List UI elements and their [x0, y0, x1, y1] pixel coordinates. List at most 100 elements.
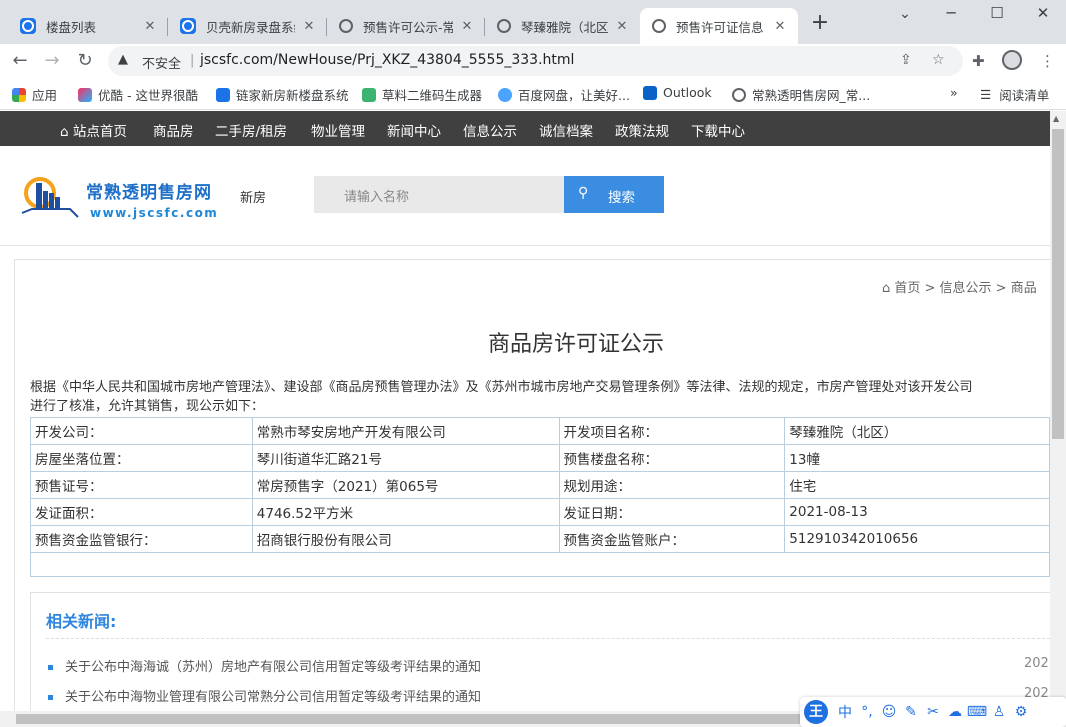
- pen-icon[interactable]: ✎: [900, 704, 922, 720]
- news-title[interactable]: 关于公布中海海诚（苏州）房地产有限公司信用暂定等级考评结果的通知: [65, 660, 481, 675]
- intro-line-1: 根据《中华人民共和国城市房地产管理法》、建设部《商品房预售管理办法》及《苏州市城…: [30, 380, 973, 395]
- cloud-icon[interactable]: ☁: [944, 704, 966, 720]
- bookmark-label: 草料二维码生成器: [382, 88, 483, 103]
- settings-icon[interactable]: ⚙: [1010, 704, 1032, 720]
- browser-toolbar: ← → ↻ ▲ 不安全 | jscsfc.com/NewHouse/Prj_XK…: [0, 44, 1066, 78]
- nav-download[interactable]: 下载中心: [691, 120, 745, 140]
- nav-new-house[interactable]: 商品房: [153, 120, 194, 140]
- nav-policy[interactable]: 政策法规: [615, 120, 669, 140]
- table-label: 预售楼盘名称：: [558, 444, 786, 472]
- table-row: 预售证号： 常房预售字（2021）第065号 规划用途： 住宅: [30, 471, 1050, 499]
- search-button-label: 搜索: [608, 190, 635, 206]
- bullet-icon: [48, 665, 53, 670]
- close-icon[interactable]: ✕: [614, 19, 630, 34]
- scissors-icon[interactable]: ✂: [922, 704, 944, 720]
- nav-public-info[interactable]: 信息公示: [463, 120, 517, 140]
- ime-mode-toggle[interactable]: 中: [834, 702, 856, 722]
- bookmark-youku[interactable]: 优酷 - 这世界很酷: [78, 85, 198, 104]
- globe-icon: [339, 19, 353, 33]
- search-button[interactable]: ⚲ 搜索: [564, 176, 664, 213]
- tab-search-icon[interactable]: ⌄: [882, 6, 928, 22]
- apps-grid-icon: [12, 87, 26, 102]
- table-value: 常熟市琴安房地产开发有限公司: [251, 417, 560, 445]
- scrollbar-thumb[interactable]: [1052, 129, 1064, 439]
- table-label: 预售资金监管账户：: [558, 525, 786, 553]
- new-tab-button[interactable]: +: [808, 12, 832, 36]
- restore-button[interactable]: ☐: [974, 4, 1020, 22]
- nav-credit[interactable]: 诚信档案: [539, 120, 593, 140]
- nav-second-hand[interactable]: 二手房/租房: [215, 120, 287, 140]
- news-item[interactable]: 关于公布中海物业管理有限公司常熟分公司信用暂定等级考评结果的通知: [48, 686, 481, 705]
- reading-list-icon: ☰: [980, 87, 992, 102]
- close-icon[interactable]: ✕: [459, 19, 475, 34]
- forward-icon[interactable]: →: [40, 49, 64, 73]
- table-row: 房屋坐落位置： 琴川街道华汇路21号 预售楼盘名称： 13幢: [30, 444, 1050, 472]
- back-icon[interactable]: ←: [8, 49, 32, 73]
- permit-info-table: 开发公司： 常熟市琴安房地产开发有限公司 开发项目名称： 琴臻雅院（北区） 房屋…: [30, 417, 1050, 577]
- bookmark-jscsfc[interactable]: 常熟透明售房网_常...: [732, 85, 870, 104]
- close-icon[interactable]: ✕: [301, 19, 317, 34]
- outlook-icon: [643, 85, 657, 100]
- bookmark-apps[interactable]: 应用: [12, 85, 57, 104]
- scroll-up-icon[interactable]: ▲: [1053, 114, 1059, 123]
- menu-dots-icon[interactable]: ⋮: [1040, 52, 1055, 70]
- bookmark-label: 链家新房新楼盘系统: [236, 88, 349, 103]
- table-value: 4746.52平方米: [251, 498, 560, 526]
- vertical-scrollbar[interactable]: ▲: [1050, 111, 1066, 727]
- youku-icon: [78, 87, 92, 102]
- table-label: 预售资金监管银行：: [30, 525, 253, 553]
- profile-avatar-icon[interactable]: [1002, 50, 1022, 70]
- news-title[interactable]: 关于公布中海物业管理有限公司常熟分公司信用暂定等级考评结果的通知: [65, 690, 481, 705]
- bookmark-lianjia[interactable]: 链家新房新楼盘系统: [216, 85, 349, 104]
- reading-list-button[interactable]: ☰ 阅读清单: [980, 85, 1049, 104]
- emoji-icon[interactable]: ☺: [878, 704, 900, 720]
- page-title: 商品房许可证公示: [488, 332, 665, 357]
- more-bookmarks-button[interactable]: »: [950, 85, 958, 100]
- bookmark-baidu[interactable]: 百度网盘，让美好...: [498, 85, 630, 104]
- close-icon[interactable]: ✕: [772, 19, 788, 34]
- window-close-button[interactable]: ✕: [1020, 4, 1066, 22]
- tab-0[interactable]: 楼盘列表 ✕: [8, 8, 168, 44]
- extensions-icon[interactable]: ✚: [972, 52, 985, 70]
- tab-title: 预售许可公示-常: [363, 19, 453, 35]
- blue-app-icon: [20, 18, 36, 34]
- logo-hand-icon: [21, 177, 79, 218]
- security-label[interactable]: 不安全: [142, 53, 181, 72]
- close-icon[interactable]: ✕: [142, 19, 158, 34]
- tab-3[interactable]: 琴臻雅院（北区） ✕: [485, 8, 640, 44]
- bookmark-outlook[interactable]: Outlook: [643, 85, 712, 100]
- warning-icon[interactable]: ▲: [118, 52, 128, 67]
- address-bar[interactable]: ▲ 不安全 | jscsfc.com/NewHouse/Prj_XKZ_4380…: [108, 46, 963, 76]
- table-value: 512910342010656: [784, 525, 1050, 553]
- intro-text: 根据《中华人民共和国城市房地产管理法》、建设部《商品房预售管理办法》及《苏州市城…: [30, 378, 1050, 416]
- nav-home[interactable]: ⌂ 站点首页: [60, 120, 127, 140]
- bookmark-label: 百度网盘，让美好...: [518, 88, 630, 103]
- table-value: 2021-08-13: [784, 498, 1050, 526]
- qr-icon: [362, 87, 376, 102]
- related-news-heading: 相关新闻:: [46, 612, 117, 631]
- table-row: 开发公司： 常熟市琴安房地产开发有限公司 开发项目名称： 琴臻雅院（北区）: [30, 417, 1050, 445]
- bookmark-star-icon[interactable]: ☆: [932, 52, 945, 68]
- url-text[interactable]: jscsfc.com/NewHouse/Prj_XKZ_43804_5555_3…: [200, 52, 574, 68]
- minimize-button[interactable]: ─: [928, 4, 974, 22]
- news-item[interactable]: 关于公布中海海诚（苏州）房地产有限公司信用暂定等级考评结果的通知: [48, 656, 481, 675]
- tab-title: 琴臻雅院（北区）: [521, 19, 608, 35]
- reload-icon[interactable]: ↻: [73, 49, 97, 73]
- nav-news[interactable]: 新闻中心: [387, 120, 441, 140]
- logo-url: www.jscsfc.com: [90, 206, 219, 220]
- tab-4-active[interactable]: 预售许可证信息 ✕: [640, 8, 798, 44]
- tab-2[interactable]: 预售许可公示-常 ✕: [327, 8, 485, 44]
- bookmark-caoliao[interactable]: 草料二维码生成器: [362, 85, 482, 104]
- share-icon[interactable]: ⇪: [900, 52, 912, 68]
- breadcrumb-text[interactable]: 首页 > 信息公示 > 商品: [894, 281, 1036, 296]
- table-value: 住宅: [784, 471, 1050, 499]
- shirt-icon[interactable]: ♙: [988, 704, 1010, 720]
- keyboard-icon[interactable]: ⌨: [966, 704, 988, 720]
- search-input[interactable]: 请输入名称: [314, 176, 564, 213]
- ime-logo[interactable]: 王: [804, 700, 828, 724]
- ime-punctuation-toggle[interactable]: °,: [856, 704, 878, 720]
- site-logo[interactable]: 常熟透明售房网 www.jscsfc.com: [20, 173, 217, 225]
- tab-1[interactable]: 贝壳新房录盘系统 ✕: [168, 8, 327, 44]
- nav-property[interactable]: 物业管理: [311, 120, 365, 140]
- bookmark-label: 优酷 - 这世界很酷: [98, 88, 198, 103]
